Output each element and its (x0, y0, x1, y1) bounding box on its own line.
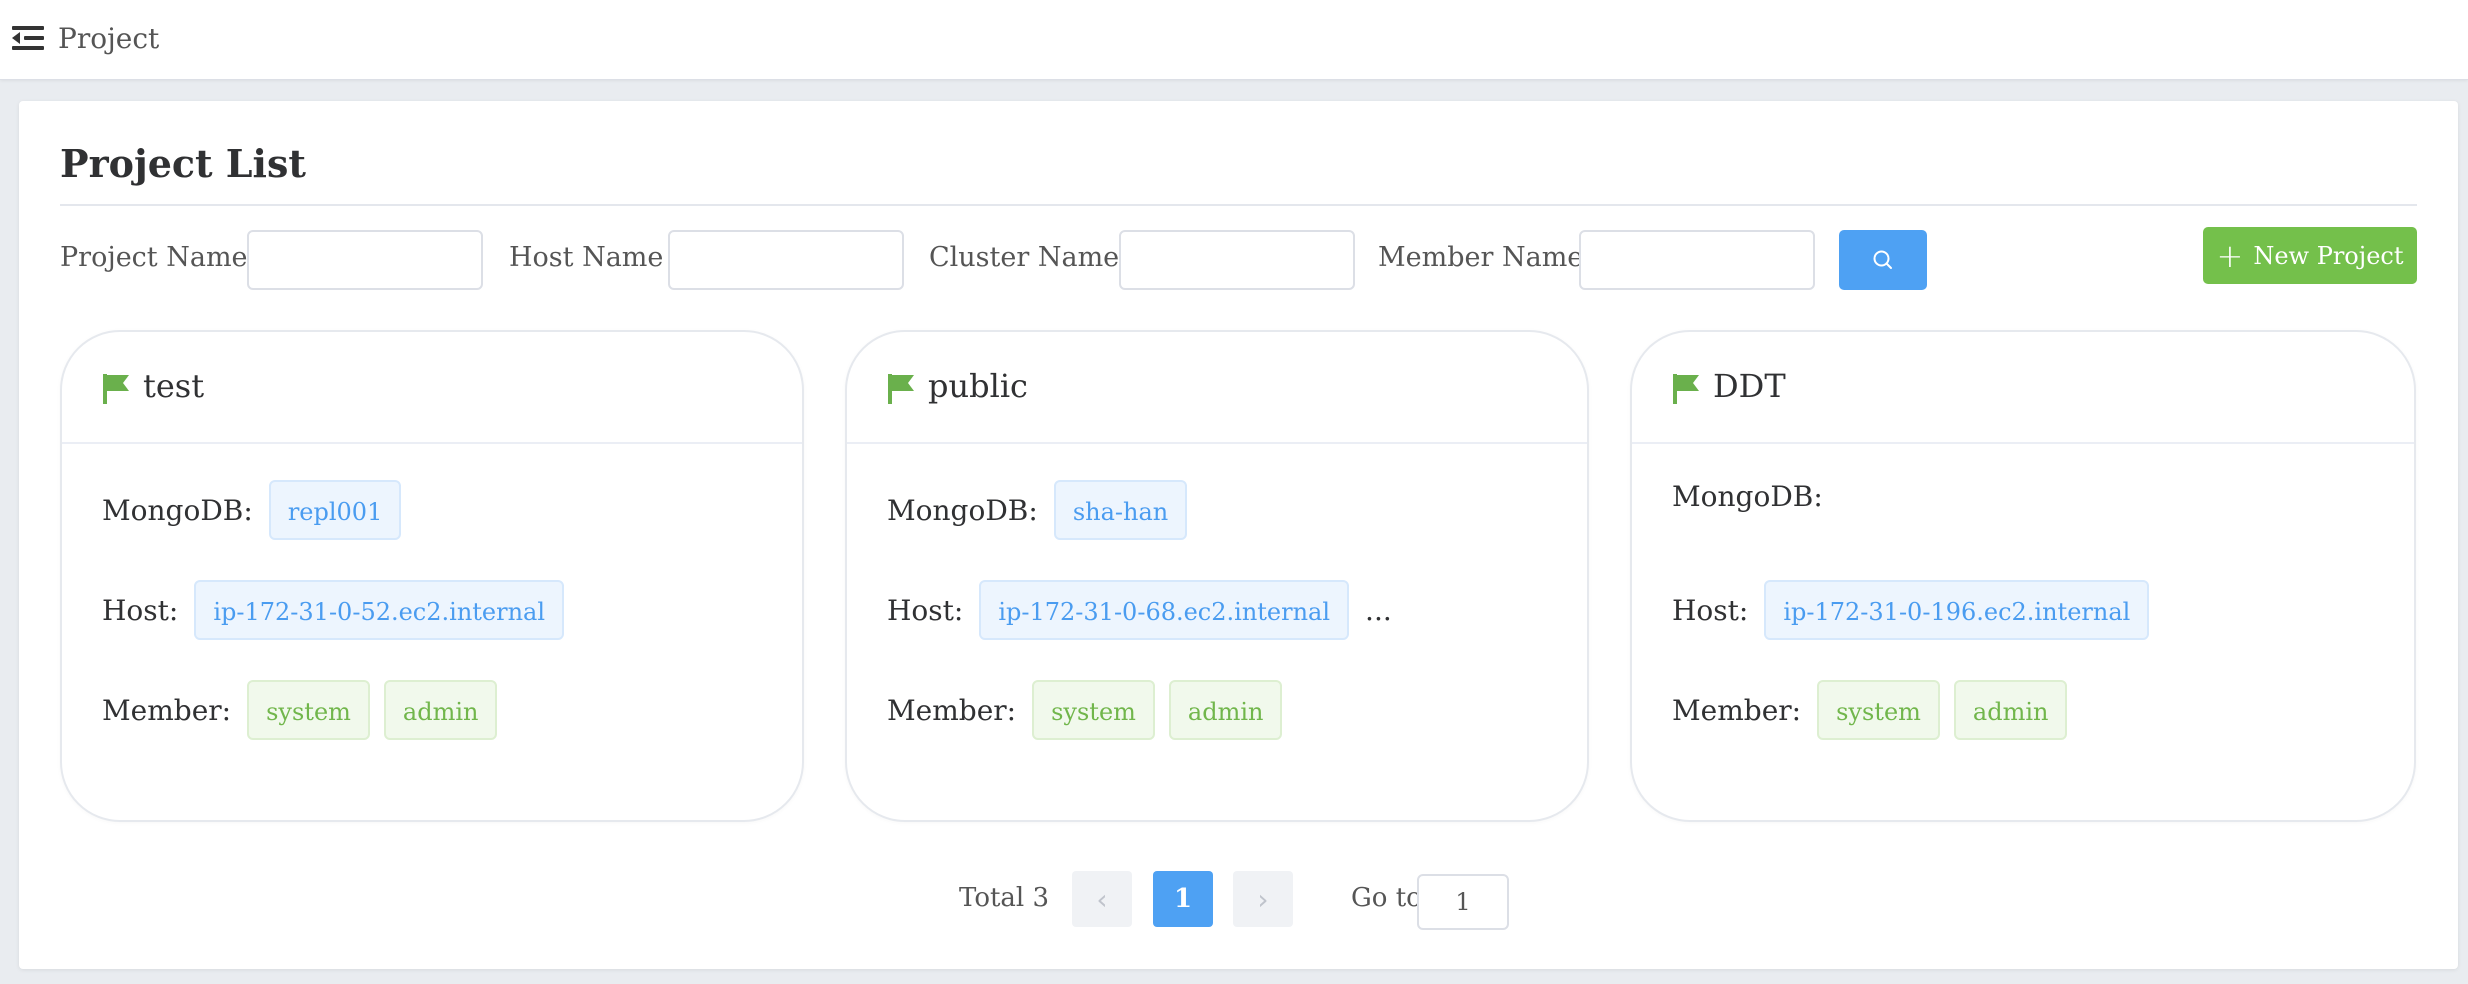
mongodb-row: MongoDB: repl001 (102, 480, 415, 540)
goto-label: Go to (1351, 883, 1422, 913)
chevron-left-icon: ‹ (1096, 882, 1108, 916)
breadcrumb-title: Project (58, 22, 160, 55)
flag-icon (1673, 374, 1699, 404)
host-label: Host: (1672, 593, 1749, 627)
project-name-label: Project Name (60, 242, 248, 273)
menu-fold-icon[interactable] (12, 26, 44, 50)
member-name-input[interactable] (1579, 230, 1815, 290)
member-tag[interactable]: system (247, 680, 370, 740)
search-icon (1873, 250, 1892, 269)
cluster-name-label: Cluster Name (929, 242, 1120, 273)
plus-icon: + (2216, 236, 2244, 275)
card-header: public (847, 332, 1587, 444)
member-tag[interactable]: admin (1168, 680, 1283, 740)
member-label: Member: (1672, 693, 1802, 727)
flag-icon (103, 374, 129, 404)
page-number-current[interactable]: 1 (1153, 871, 1213, 927)
host-tag[interactable]: ip-172-31-0-52.ec2.internal (194, 580, 565, 640)
host-row: Host: ip-172-31-0-196.ec2.internal (1672, 580, 2163, 640)
mongodb-label: MongoDB: (887, 493, 1038, 527)
host-name-input[interactable] (668, 230, 904, 290)
search-button[interactable] (1839, 230, 1927, 290)
member-tag[interactable]: system (1032, 680, 1155, 740)
title-divider (60, 204, 2417, 206)
mongodb-tag[interactable]: repl001 (268, 480, 402, 540)
card-header: DDT (1632, 332, 2414, 444)
project-list-panel: Project List Project Name Host Name Clus… (19, 101, 2458, 969)
host-label: Host: (887, 593, 964, 627)
project-card-public[interactable]: public MongoDB: sha-han Host: ip-172-31-… (845, 330, 1589, 822)
project-card-ddt[interactable]: DDT MongoDB: Host: ip-172-31-0-196.ec2.i… (1630, 330, 2416, 822)
pagination-total: Total 3 (959, 883, 1050, 913)
mongodb-tag[interactable]: sha-han (1053, 480, 1188, 540)
member-tag[interactable]: system (1817, 680, 1940, 740)
member-name-label: Member Name (1378, 242, 1584, 273)
host-label: Host: (102, 593, 179, 627)
new-project-button[interactable]: + New Project (2203, 227, 2417, 284)
cluster-name-input[interactable] (1119, 230, 1355, 290)
mongodb-label: MongoDB: (1672, 479, 1823, 513)
host-tag[interactable]: ip-172-31-0-68.ec2.internal (979, 580, 1350, 640)
page-title: Project List (60, 141, 306, 186)
host-tag[interactable]: ip-172-31-0-196.ec2.internal (1764, 580, 2150, 640)
member-tag[interactable]: admin (1953, 680, 2068, 740)
project-card-test[interactable]: test MongoDB: repl001 Host: ip-172-31-0-… (60, 330, 804, 822)
project-name: public (928, 367, 1028, 405)
member-row: Member: system admin (887, 680, 1296, 740)
goto-page-input[interactable] (1417, 874, 1509, 930)
mongodb-row: MongoDB: (1672, 480, 1839, 540)
next-page-button[interactable]: › (1233, 871, 1293, 927)
new-project-label: New Project (2253, 241, 2404, 270)
member-row: Member: system admin (1672, 680, 2081, 740)
project-name: test (143, 367, 205, 405)
host-name-label: Host Name (509, 242, 664, 273)
chevron-right-icon: › (1257, 882, 1269, 916)
top-bar: Project (0, 0, 2468, 80)
project-name: DDT (1713, 367, 1786, 405)
mongodb-label: MongoDB: (102, 493, 253, 527)
prev-page-button[interactable]: ‹ (1072, 871, 1132, 927)
mongodb-row: MongoDB: sha-han (887, 480, 1201, 540)
more-hosts-ellipsis[interactable]: ... (1365, 594, 1392, 627)
host-row: Host: ip-172-31-0-68.ec2.internal ... (887, 580, 1392, 640)
member-tag[interactable]: admin (383, 680, 498, 740)
flag-icon (888, 374, 914, 404)
member-label: Member: (887, 693, 1017, 727)
host-row: Host: ip-172-31-0-52.ec2.internal (102, 580, 578, 640)
project-name-input[interactable] (247, 230, 483, 290)
member-label: Member: (102, 693, 232, 727)
card-header: test (62, 332, 802, 444)
pagination: Total 3 ‹ 1 › Go to (19, 869, 2458, 930)
member-row: Member: system admin (102, 680, 511, 740)
